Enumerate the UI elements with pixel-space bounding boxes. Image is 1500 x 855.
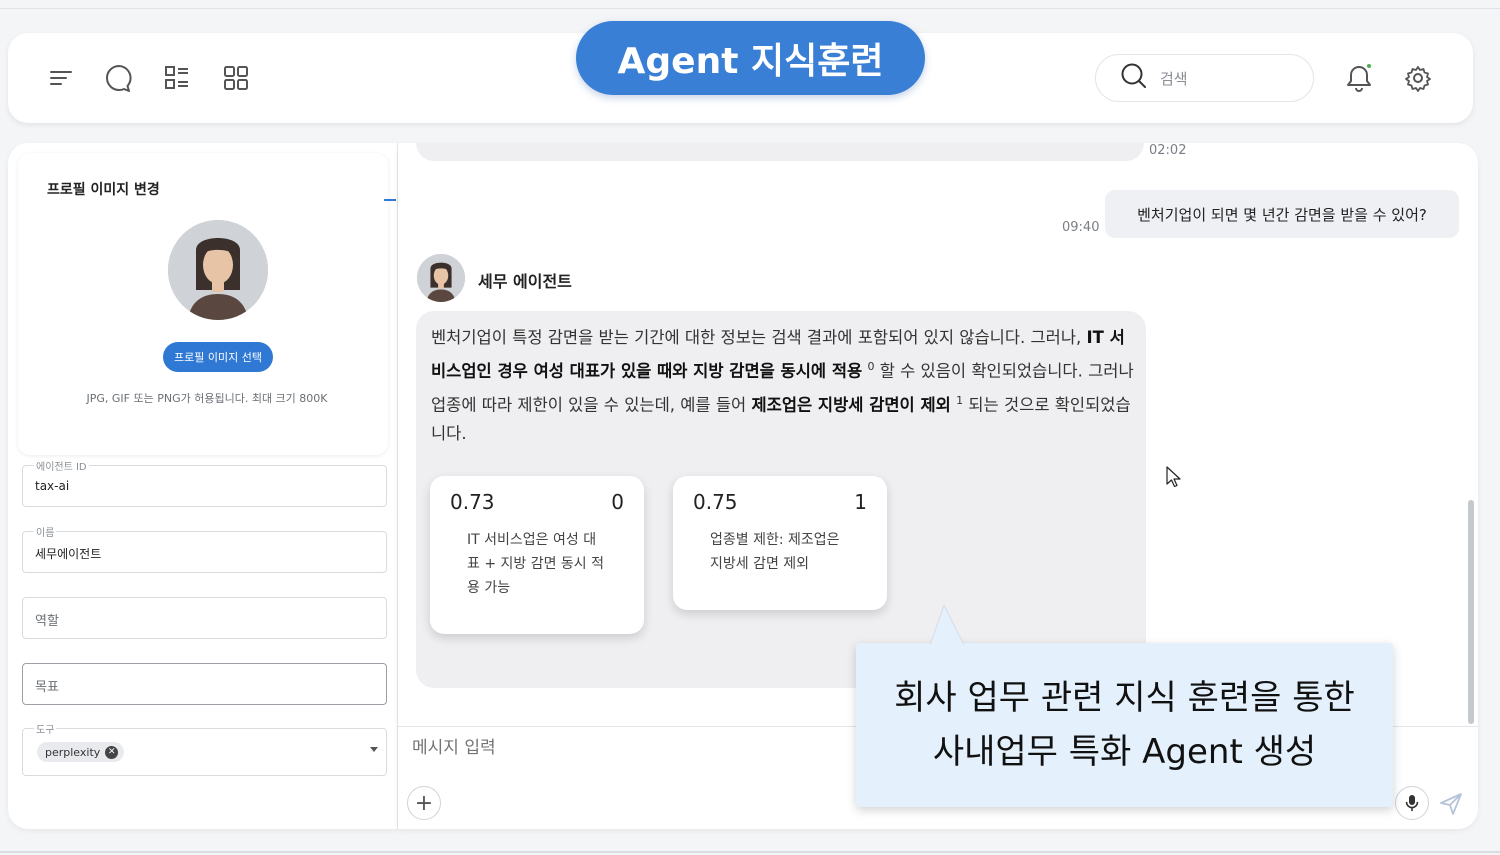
- avatar: [168, 220, 268, 320]
- chevron-down-icon[interactable]: [370, 747, 378, 752]
- chat-bubble-icon[interactable]: [102, 61, 136, 95]
- callout-line-2: 사내업무 특화 Agent 생성: [932, 732, 1317, 772]
- top-divider: [0, 8, 1500, 9]
- microphone-icon: [1405, 795, 1419, 811]
- send-icon: [1440, 793, 1462, 815]
- callout-pointer: [930, 605, 965, 647]
- bell-icon[interactable]: [1342, 61, 1376, 95]
- answer-text-part: 벤처기업이 특정 감면을 받는 기간에 대한 정보는 검색 결과에 포함되어 있…: [431, 328, 1087, 347]
- select-profile-image-button[interactable]: 프로필 이미지 선택: [163, 342, 273, 372]
- name-value: 세무에이전트: [35, 547, 102, 561]
- page-title-banner: Agent 지식훈련: [576, 21, 925, 95]
- feature-callout: 회사 업무 관련 지식 훈련을 통한 사내업무 특화 Agent 생성: [856, 643, 1393, 807]
- source-card[interactable]: 0.73 0 IT 서비스업은 여성 대표 + 지방 감면 동시 적용 가능: [430, 476, 644, 634]
- search-box[interactable]: 검색: [1095, 54, 1314, 102]
- source-description: 업종별 제한: 제조업은 지방세 감면 제외: [710, 532, 840, 572]
- profile-title: 프로필 이미지 변경: [47, 182, 160, 198]
- answer-highlight: 제조업은 지방세 감면이 제외: [751, 395, 951, 414]
- name-field[interactable]: 이름 세무에이전트: [22, 524, 387, 573]
- message-input[interactable]: [412, 738, 912, 758]
- source-card[interactable]: 0.75 1 업종별 제한: 제조업은 지방세 감면 제외: [673, 476, 887, 610]
- profile-card: 프로필 이미지 변경 프로필 이미지 선택: [18, 153, 388, 455]
- role-field[interactable]: 역할: [22, 597, 387, 639]
- send-button[interactable]: [1438, 791, 1464, 817]
- list-grid-icon[interactable]: [160, 61, 194, 95]
- chat-scrollbar[interactable]: [1468, 500, 1474, 724]
- agent-name: 세무 에이전트: [478, 272, 572, 291]
- mouse-cursor-icon: [1166, 466, 1181, 488]
- add-attachment-button[interactable]: +: [407, 786, 441, 820]
- callout-line-1: 회사 업무 관련 지식 훈련을 통한: [894, 678, 1355, 718]
- tool-chip-label: perplexity: [45, 745, 101, 759]
- source-index: 1: [854, 490, 867, 514]
- agent-id-field[interactable]: 에이전트 ID tax-ai: [22, 458, 387, 507]
- tools-label: 도구: [34, 721, 57, 736]
- role-placeholder: 역할: [35, 614, 59, 629]
- name-label: 이름: [34, 524, 57, 539]
- search-icon: [1120, 62, 1148, 94]
- remove-chip-icon[interactable]: ✕: [105, 745, 119, 759]
- source-score: 0.75: [693, 490, 738, 514]
- agent-id-value: tax-ai: [35, 479, 70, 493]
- gear-icon[interactable]: [1401, 61, 1435, 95]
- source-index: 0: [611, 490, 624, 514]
- goal-placeholder: 목표: [35, 680, 59, 695]
- plus-icon: +: [414, 790, 434, 816]
- message-timestamp: 02:02: [1149, 143, 1187, 158]
- bottom-divider: [0, 851, 1500, 853]
- source-score: 0.73: [450, 490, 495, 514]
- scroll-indicator: [384, 199, 396, 201]
- user-message-bubble: 벤처기업이 되면 몇 년간 감면을 받을 수 있어?: [1105, 190, 1459, 238]
- tools-select[interactable]: 도구 perplexity ✕: [22, 721, 387, 776]
- search-placeholder: 검색: [1160, 69, 1188, 88]
- apps-grid-icon[interactable]: [219, 61, 253, 95]
- agent-message-bubble: 벤처기업이 특정 감면을 받는 기간에 대한 정보는 검색 결과에 포함되어 있…: [416, 311, 1146, 688]
- user-message-time: 09:40: [1062, 220, 1100, 235]
- agent-id-label: 에이전트 ID: [34, 458, 89, 473]
- tool-chip-perplexity: perplexity ✕: [37, 742, 125, 762]
- upload-hint: JPG, GIF 또는 PNG가 허용됩니다. 최대 크기 800K: [86, 392, 328, 405]
- goal-field[interactable]: 목표: [22, 663, 387, 705]
- source-description: IT 서비스업은 여성 대표 + 지방 감면 동시 적용 가능: [467, 532, 605, 596]
- agent-message-text: 벤처기업이 특정 감면을 받는 기간에 대한 정보는 검색 결과에 포함되어 있…: [431, 323, 1137, 448]
- previous-message-bubble: [416, 143, 1144, 161]
- voice-input-button[interactable]: [1395, 786, 1429, 820]
- agent-settings-panel: 프로필 이미지 변경 프로필 이미지 선택 JPG, GIF 또는 PNG가 허…: [8, 143, 398, 829]
- menu-lines-icon[interactable]: [44, 61, 78, 95]
- agent-avatar: [417, 254, 465, 302]
